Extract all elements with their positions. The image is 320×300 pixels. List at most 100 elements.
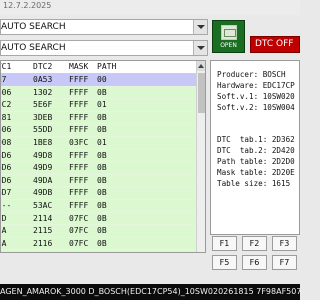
open-file-icon — [221, 25, 237, 40]
f5-button[interactable]: F5 — [212, 255, 237, 270]
ecu-type-dropdown[interactable]: AUTO SEARCH — [0, 40, 208, 56]
info-line: Soft.v.2: 10SW004 — [217, 103, 295, 112]
info-line: Table size: 1615 — [217, 179, 291, 188]
cell-mask: FFFF — [69, 150, 89, 160]
cell-path: 0B — [97, 251, 107, 252]
cell-dtc2: 1BE8 — [33, 137, 53, 147]
dtc-list[interactable]: DTC1 DTC2 MASK PATH 017 0A53 FFFF 00 0606 130… — [0, 60, 206, 253]
table-row[interactable]: ---- 53AC FFFF 0B — [1, 199, 196, 213]
cell-dtc1: 017 — [1, 75, 7, 84]
cell-dtc2: 1302 — [33, 87, 53, 97]
status-bar-filename: AGEN_AMAROK_3000 D_BOSCH(EDC17CP54)_10SW… — [0, 287, 300, 296]
table-row[interactable]: 02D 2114 07FC 0B — [1, 212, 196, 226]
table-row[interactable]: 017 0A53 FFFF 00 — [1, 74, 196, 87]
scroll-up-icon[interactable] — [197, 61, 205, 71]
column-header-dtc2[interactable]: DTC2 — [33, 62, 52, 71]
cell-dtc2: 0A53 — [33, 75, 53, 84]
table-row[interactable]: 06D6 49D8 FFFF 0B — [1, 149, 196, 163]
open-button[interactable]: OPEN — [212, 20, 245, 53]
cell-dtc1: 06D6 — [1, 163, 12, 173]
table-row[interactable]: 02C2 5E6F FFFF 01 — [1, 99, 196, 112]
table-row[interactable]: 06D6 49DA FFFF 0B — [1, 174, 196, 188]
info-line: Path table: 2D2D0 — [217, 157, 295, 166]
chevron-down-icon[interactable] — [193, 20, 207, 34]
cell-dtc1: 02D — [1, 213, 7, 223]
cell-dtc1: 06D6 — [1, 150, 12, 160]
table-row[interactable]: 0606 55DD FFFF 0B — [1, 124, 196, 137]
cell-dtc1: 0606 — [1, 87, 12, 97]
cell-dtc1: 02A — [1, 238, 7, 248]
cell-path: 0B — [97, 238, 107, 248]
table-row[interactable]: 1008 1BE8 03FC 01 — [1, 136, 196, 150]
f7-button[interactable]: F7 — [272, 255, 297, 270]
cell-mask: FFFF — [69, 125, 89, 135]
cell-dtc2: 2114 — [33, 213, 53, 223]
cell-dtc1: 0606 — [1, 125, 12, 135]
cell-dtc1: 1181 — [1, 112, 12, 122]
f6-button[interactable]: F6 — [242, 255, 267, 270]
cell-dtc1: 02C2 — [1, 100, 12, 110]
cell-mask: FFFF — [69, 163, 89, 173]
cell-dtc2: 2115 — [33, 226, 53, 236]
column-header-dtc1[interactable]: DTC1 — [1, 62, 11, 71]
column-header-mask[interactable]: MASK — [69, 62, 88, 71]
cell-path: 0B — [97, 87, 107, 97]
cell-mask: FFFF — [69, 188, 89, 198]
info-line: DTC tab.2: 2D420 — [217, 146, 295, 155]
table-row[interactable]: 02B 2117 07FC 0B — [1, 250, 196, 252]
scrollbar-thumb[interactable] — [198, 73, 205, 113]
table-row[interactable]: 06D7 49DB FFFF 0B — [1, 187, 196, 200]
ecu-type-dropdown-value: AUTO SEARCH — [1, 43, 66, 53]
cell-path: 01 — [97, 100, 107, 110]
cell-mask: 07FC — [69, 238, 89, 248]
info-line: Mask table: 2D20E — [217, 168, 295, 177]
info-line: Producer: BOSCH — [217, 70, 286, 79]
cell-mask: 07FC — [69, 226, 89, 236]
cell-mask: FFFF — [69, 112, 89, 122]
ecu-info-panel: Producer: BOSCH Hardware: EDC17CP Soft.v… — [210, 60, 300, 235]
info-line: Hardware: EDC17CP — [217, 81, 295, 90]
cell-mask: 07FC — [69, 251, 88, 252]
cell-path: 0B — [97, 226, 107, 236]
table-row[interactable]: 02A 2116 07FC 0B — [1, 237, 196, 251]
dtc-list-header: DTC1 DTC2 MASK PATH — [1, 61, 196, 74]
dtc-off-button[interactable]: DTC OFF — [250, 36, 300, 53]
cell-dtc2: 2117 — [33, 251, 52, 252]
f2-button[interactable]: F2 — [242, 236, 267, 251]
cell-path: 0B — [97, 150, 107, 160]
cell-dtc2: 5E6F — [33, 100, 53, 110]
cell-mask: 07FC — [69, 213, 89, 223]
version-label: 12.7.2.2025 — [3, 1, 52, 10]
cell-path: 0B — [97, 213, 107, 223]
cell-dtc2: 49DA — [33, 175, 53, 185]
cell-dtc2: 49DB — [33, 188, 53, 198]
table-row[interactable]: 0606 1302 FFFF 0B — [1, 86, 196, 100]
table-row[interactable]: 1181 3DEB FFFF 0B — [1, 111, 196, 125]
cell-path: 0B — [97, 200, 107, 210]
cell-dtc1: 02A — [1, 226, 7, 236]
table-row[interactable]: 02A 2115 07FC 0B — [1, 225, 196, 238]
info-line: DTC tab.1: 2D362 — [217, 135, 295, 144]
cell-dtc2: 2116 — [33, 238, 53, 248]
f1-button[interactable]: F1 — [212, 236, 237, 251]
cell-path: 0B — [97, 188, 107, 198]
table-row[interactable]: 06D6 49D9 FFFF 0B — [1, 162, 196, 175]
vertical-scrollbar[interactable] — [196, 61, 205, 252]
cell-dtc1: 1008 — [1, 137, 12, 147]
ecu-search-dropdown-value: AUTO SEARCH — [1, 22, 66, 32]
cell-dtc1: 06D6 — [1, 175, 12, 185]
cell-dtc2: 55DD — [33, 125, 53, 135]
open-button-label: OPEN — [220, 42, 237, 49]
cell-path: 01 — [97, 137, 107, 147]
chevron-down-icon[interactable] — [193, 41, 207, 55]
cell-dtc2: 53AC — [33, 200, 53, 210]
status-bar: AGEN_AMAROK_3000 D_BOSCH(EDC17CP54)_10SW… — [0, 284, 300, 300]
cell-dtc2: 49D9 — [33, 163, 53, 173]
f3-button[interactable]: F3 — [272, 236, 297, 251]
cell-path: 0B — [97, 163, 107, 173]
cell-dtc1: 06D7 — [1, 188, 12, 198]
ecu-search-dropdown[interactable]: AUTO SEARCH — [0, 19, 208, 35]
cell-mask: FFFF — [69, 100, 89, 110]
column-header-path[interactable]: PATH — [97, 62, 116, 71]
cell-dtc2: 3DEB — [33, 112, 53, 122]
